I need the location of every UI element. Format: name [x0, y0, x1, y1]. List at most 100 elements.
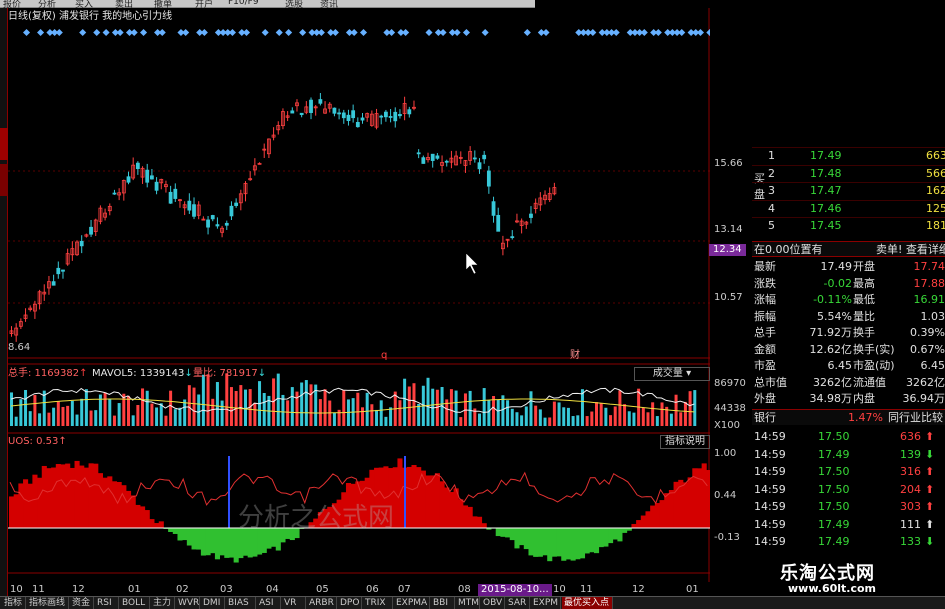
volume-bar — [215, 382, 219, 426]
quote-value: 71.92万 — [809, 326, 853, 339]
volume-bar — [52, 407, 56, 426]
uos-bar-positive — [51, 467, 57, 528]
uos-bar-positive — [650, 505, 656, 528]
bid-level-number: 4 — [768, 201, 775, 215]
indicator-tab[interactable]: BIAS — [226, 597, 256, 609]
volume-bar — [211, 398, 215, 426]
sell-detail-link[interactable]: 卖单! 查看详细 — [876, 242, 945, 258]
candlestick — [393, 111, 398, 122]
vol-axis-2: 44338 — [714, 403, 746, 414]
quote-key: 总市值 — [754, 375, 787, 389]
candlestick — [135, 162, 140, 170]
indicator-tab[interactable]: DPO — [338, 597, 362, 609]
uos-bar-positive — [130, 495, 136, 528]
low-price-mark: 8.64 — [8, 342, 31, 353]
candlestick — [355, 121, 360, 128]
uos-bar-positive — [659, 500, 665, 528]
uos-bar-negative — [542, 528, 548, 556]
toolbar-item[interactable]: F10/F9 — [228, 0, 259, 7]
candlestick — [145, 169, 150, 183]
volume-bar — [407, 386, 411, 426]
volume-bar — [33, 395, 37, 426]
date-axis-label: 04 — [266, 584, 279, 595]
bid-level-row[interactable]: 4 17.46 125 — [752, 199, 945, 216]
price-label-3: 10.57 — [714, 292, 743, 303]
indicator-tab[interactable]: BOLL — [120, 597, 150, 609]
indicator-tab[interactable]: SAR — [506, 597, 530, 609]
indicator-tab[interactable]: EXPM — [531, 597, 561, 609]
volume-bar — [655, 416, 659, 426]
indicator-tab[interactable]: VR — [282, 597, 306, 609]
volume-bar — [361, 407, 364, 426]
indicator-tab[interactable]: WVR — [176, 597, 200, 609]
indicator-tab[interactable]: EXPMA — [394, 597, 430, 609]
uos-bar-negative — [509, 528, 515, 541]
uos-bar-positive — [682, 482, 688, 528]
uos-bar-negative — [528, 528, 534, 556]
bid-price: 17.46 — [810, 201, 842, 215]
date-axis-label: 06 — [366, 584, 379, 595]
indicator-tab[interactable]: RSI — [95, 597, 119, 609]
volume-bar — [112, 415, 116, 426]
indicator-tab[interactable]: MTM — [456, 597, 480, 609]
volume-bar — [70, 400, 74, 426]
indicator-tab[interactable]: OBV — [481, 597, 505, 609]
indicator-tab[interactable]: 指标画线 — [27, 597, 69, 609]
side-tab[interactable] — [0, 128, 8, 160]
bid-price: 17.49 — [810, 149, 842, 162]
indicator-tab[interactable]: 最优买入点 — [562, 597, 613, 609]
uos-bar-positive — [37, 477, 43, 528]
position-info-row[interactable]: 在0.00位置有 卖单! 查看详细 — [752, 241, 945, 257]
main-chart-area[interactable]: 日线(复权) 浦发银行 我的地心引力线 15.66 13.14 12.34 10… — [8, 8, 746, 596]
bid-level-row[interactable]: 5 17.45 181 — [752, 217, 945, 233]
left-side-tabs[interactable] — [0, 8, 8, 596]
indicator-dropdown[interactable]: 成交量 ▾ — [634, 367, 710, 381]
date-axis-label: 12 — [72, 584, 85, 595]
quote-key: 最高 — [853, 276, 875, 290]
chart-canvas[interactable] — [8, 8, 710, 582]
indicator-tab[interactable]: 资金 — [70, 597, 94, 609]
indicator-tab[interactable]: ASI — [257, 597, 281, 609]
indicator-tab[interactable]: ARBR — [307, 597, 337, 609]
industry-compare-button[interactable]: 同行业比较 — [888, 410, 943, 426]
uos-label: UOS: 0.53↑ — [8, 436, 67, 447]
uos-bar-negative — [228, 528, 235, 558]
volume-bar — [122, 393, 126, 426]
indicator-tab[interactable]: 指标 — [2, 597, 26, 609]
candlestick — [486, 170, 491, 187]
volume-bar — [370, 404, 374, 426]
volume-bar — [187, 385, 191, 426]
bid-level-row[interactable]: 1 17.49 663 — [752, 147, 945, 163]
signal-diamond — [439, 28, 447, 37]
quote-value: 34.98万 — [809, 392, 853, 405]
indicator-tab[interactable]: TRIX — [363, 597, 393, 609]
tick-volume: 316 — [900, 465, 921, 478]
uos-bar-positive — [107, 476, 113, 528]
quote-value: 12.62亿 — [809, 342, 853, 356]
industry-row[interactable]: 银行 1.47% 同行业比较 — [752, 409, 945, 425]
uos-bar-negative — [214, 528, 220, 560]
bid-level-row[interactable]: 2 17.48 566 — [752, 164, 945, 181]
indicator-tab[interactable]: 主力 — [151, 597, 175, 609]
volume-bar — [482, 388, 486, 426]
indicator-help-button[interactable]: 指标说明 — [660, 435, 710, 449]
indicator-tab[interactable]: BBI — [431, 597, 455, 609]
uos-bar-positive — [668, 489, 674, 528]
side-tab[interactable] — [0, 164, 8, 196]
tick-time: 14:59 — [754, 535, 786, 548]
volume-bar — [169, 390, 173, 426]
indicator-tab[interactable]: DMI — [201, 597, 225, 609]
quote-value: 6.45 — [920, 359, 945, 372]
quote-row: 市盈 6.45 市盈(动) 6.45 — [752, 358, 945, 374]
uos-bar-positive — [102, 477, 108, 528]
candlestick — [341, 112, 346, 119]
top-toolbar: 报价 分析 买入 卖出 撤单 开户 F10/F9 选股 资讯 — [0, 0, 535, 10]
bid-level-row[interactable]: 3 17.47 162 — [752, 182, 945, 198]
uos-bar-positive — [55, 464, 61, 528]
uos-bar-positive — [631, 523, 637, 528]
quote-key: 总手 — [754, 326, 776, 339]
volume-bar — [84, 389, 88, 426]
volume-bar — [66, 405, 70, 426]
uos-bar-negative — [495, 528, 501, 537]
volume-bar — [89, 410, 93, 426]
